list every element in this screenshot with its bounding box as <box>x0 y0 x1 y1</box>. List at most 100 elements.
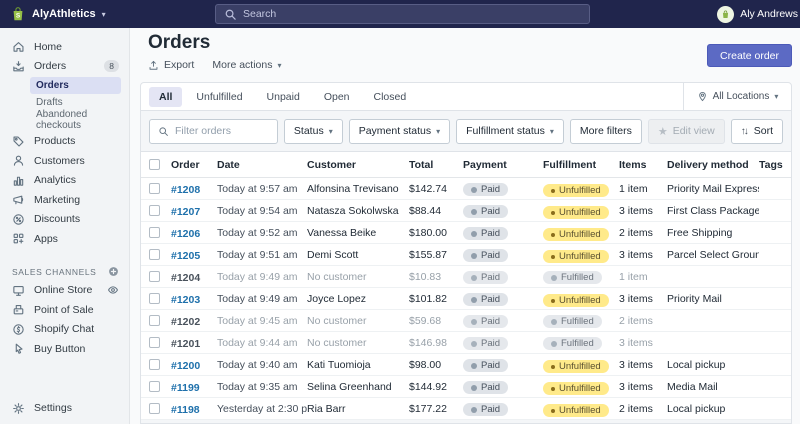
create-order-button[interactable]: Create order <box>707 44 792 67</box>
sidebar-item-customers[interactable]: Customers <box>0 151 129 171</box>
sort-button[interactable]: ↑↓ Sort <box>730 118 783 144</box>
table-row[interactable]: #1201 Today at 9:44 am No customer $146.… <box>141 332 791 354</box>
sidebar-item-point-of-sale[interactable]: Point of Sale <box>0 300 129 320</box>
table-header: Order Date Customer Total Payment Fulfil… <box>141 152 791 178</box>
user-menu[interactable]: Aly Andrews <box>717 0 800 28</box>
sidebar-item-settings[interactable]: Settings <box>0 399 129 419</box>
sidebar-item-marketing[interactable]: Marketing <box>0 190 129 210</box>
sidebar-item-analytics[interactable]: Analytics <box>0 171 129 191</box>
tab-unpaid[interactable]: Unpaid <box>257 87 310 107</box>
chevron-down-icon: ▾ <box>549 126 554 136</box>
row-checkbox[interactable] <box>149 271 160 282</box>
order-link[interactable]: #1208 <box>171 184 200 196</box>
row-checkbox[interactable] <box>149 403 160 414</box>
payment-status-filter-button[interactable]: Payment status ▾ <box>348 118 451 144</box>
order-delivery-method: Local pickup <box>667 402 726 415</box>
status-filter-button[interactable]: Status ▾ <box>283 118 343 144</box>
filter-placeholder: Filter orders <box>175 125 232 137</box>
table-row[interactable]: #1207 Today at 9:54 am Natasza Sokolwska… <box>141 200 791 222</box>
add-channel-icon[interactable] <box>108 266 119 277</box>
order-link[interactable]: #1198 <box>171 404 200 416</box>
fulfillment-badge: Fulfilled <box>543 336 602 351</box>
export-icon <box>149 60 158 70</box>
table-row[interactable]: #1208 Today at 9:57 am Alfonsina Trevisa… <box>141 178 791 200</box>
payment-badge: Paid <box>463 182 509 197</box>
eye-icon[interactable] <box>107 284 119 296</box>
fulfillment-badge: Fulfilled <box>543 270 602 285</box>
table-row[interactable]: #1202 Today at 9:45 am No customer $59.6… <box>141 310 791 332</box>
status-dot-icon <box>471 340 477 347</box>
table-row[interactable]: #1205 Today at 9:51 am Demi Scott $155.8… <box>141 244 791 266</box>
table-row[interactable]: #1198 Yesterday at 2:30 pm Ria Barr $177… <box>141 398 791 420</box>
sidebar-subitem-orders[interactable]: Orders <box>30 77 121 94</box>
order-link[interactable]: #1201 <box>171 338 200 350</box>
tab-open[interactable]: Open <box>314 87 360 107</box>
table-row[interactable]: #1200 Today at 9:40 am Kati Tuomioja $98… <box>141 354 791 376</box>
order-customer: Demi Scott <box>307 248 359 261</box>
sidebar-item-online-store[interactable]: Online Store <box>0 281 129 301</box>
payment-label: Paid <box>481 271 501 283</box>
order-link[interactable]: #1206 <box>171 228 200 240</box>
filter-row: Filter orders Status ▾ Payment status ▾ … <box>141 111 791 152</box>
tab-all[interactable]: All <box>149 86 183 107</box>
global-search-input[interactable]: Search <box>215 4 590 24</box>
row-checkbox[interactable] <box>149 337 160 348</box>
subitem-label: Orders <box>36 79 69 91</box>
table-row[interactable]: #1203 Today at 9:49 am Joyce Lopez $101.… <box>141 288 791 310</box>
tab-closed[interactable]: Closed <box>364 87 417 107</box>
row-checkbox[interactable] <box>149 249 160 260</box>
order-customer: Kati Tuomioja <box>307 358 371 371</box>
order-link[interactable]: #1205 <box>171 250 200 262</box>
sidebar-item-home[interactable]: Home <box>0 37 129 57</box>
order-delivery-method: Local pickup <box>667 358 726 371</box>
row-checkbox[interactable] <box>149 183 160 194</box>
sidebar-item-label: Analytics <box>34 174 77 187</box>
fulfillment-badge: Unfulfilled <box>543 183 609 198</box>
row-checkbox[interactable] <box>149 381 160 392</box>
table-row[interactable]: #1206 Today at 9:52 am Vanessa Beike $18… <box>141 222 791 244</box>
order-customer: Joyce Lopez <box>307 292 366 305</box>
order-link[interactable]: #1202 <box>171 316 200 328</box>
order-link[interactable]: #1207 <box>171 206 200 218</box>
order-customer: Alfonsina Trevisano <box>307 182 399 195</box>
row-checkbox[interactable] <box>149 205 160 216</box>
sidebar-item-discounts[interactable]: Discounts <box>0 210 129 230</box>
payment-label: Paid <box>481 381 501 393</box>
row-checkbox[interactable] <box>149 293 160 304</box>
export-button[interactable]: Export <box>148 59 194 71</box>
location-selector[interactable]: All Locations ▾ <box>683 83 791 110</box>
more-filters-button[interactable]: More filters <box>569 118 642 144</box>
sidebar-item-products[interactable]: Products <box>0 132 129 152</box>
table-row[interactable]: #1199 Today at 9:35 am Selina Greenhand … <box>141 376 791 398</box>
order-link[interactable]: #1204 <box>171 272 200 284</box>
edit-view-button[interactable]: ★ Edit view <box>647 118 725 144</box>
payment-label: Paid <box>481 315 501 327</box>
order-link[interactable]: #1199 <box>171 382 200 394</box>
filter-orders-input[interactable]: Filter orders <box>149 118 278 144</box>
order-link[interactable]: #1200 <box>171 360 200 372</box>
more-actions-button[interactable]: More actions ▾ <box>212 59 281 71</box>
fulfillment-status-filter-button[interactable]: Fulfillment status ▾ <box>456 118 564 144</box>
sidebar-item-shopify-chat[interactable]: Shopify Chat <box>0 320 129 340</box>
status-dot-icon <box>471 274 477 281</box>
order-link[interactable]: #1203 <box>171 294 200 306</box>
order-customer: Natasza Sokolwska <box>307 204 399 217</box>
order-items: 3 items <box>619 380 653 393</box>
sidebar-item-orders[interactable]: Orders 8 <box>0 57 129 77</box>
col-fulfillment: Fulfillment <box>543 158 597 171</box>
location-pin-icon <box>698 91 706 102</box>
select-all-checkbox[interactable] <box>149 159 160 170</box>
sidebar-item-apps[interactable]: Apps <box>0 229 129 249</box>
sidebar-subitem-abandoned-checkouts[interactable]: Abandoned checkouts <box>30 109 121 131</box>
status-dot-icon <box>471 296 477 303</box>
payment-label: Paid <box>481 183 501 195</box>
row-checkbox[interactable] <box>149 359 160 370</box>
table-row[interactable]: #1204 Today at 9:49 am No customer $10.8… <box>141 266 791 288</box>
row-checkbox[interactable] <box>149 315 160 326</box>
sidebar-item-buy-button[interactable]: Buy Button <box>0 339 129 359</box>
order-total: $59.68 <box>409 314 442 327</box>
store-switcher[interactable]: S AlyAthletics ▾ <box>10 6 106 22</box>
order-date: Today at 9:54 am <box>217 204 298 217</box>
row-checkbox[interactable] <box>149 227 160 238</box>
tab-unfulfilled[interactable]: Unfulfilled <box>186 87 252 107</box>
